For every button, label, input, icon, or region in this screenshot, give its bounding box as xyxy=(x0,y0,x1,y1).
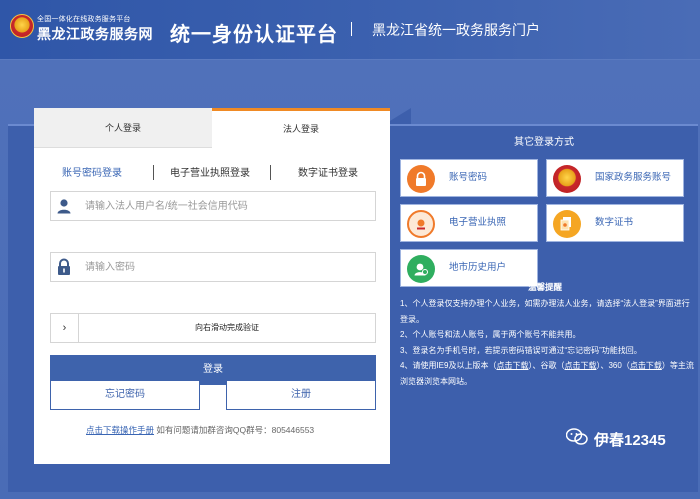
download-360-link[interactable]: 点击下载 xyxy=(630,361,662,370)
forgot-password-button[interactable]: 忘记密码 xyxy=(50,380,200,410)
tip-item: 3、登录名为手机号时，若提示密码错误可通过“忘记密码”功能找回。 xyxy=(400,345,642,355)
subtab-business-license[interactable]: 电子营业执照登录 xyxy=(170,164,250,179)
tab-legal-login[interactable]: 法人登录 xyxy=(212,108,390,148)
slider-hint: 向右滑动完成验证 xyxy=(195,323,259,332)
method-digital-cert[interactable]: 数字证书 xyxy=(546,204,684,242)
username-field xyxy=(50,191,376,221)
tip-item: 4、请使用IE9及以上版本（点击下载）、谷歌（点击下载）、360（点击下载）等主… xyxy=(400,358,694,389)
tip-text: ）、谷歌（ xyxy=(528,361,565,370)
brand-subtitle: 全国一体化在线政务服务平台 xyxy=(37,16,131,23)
subtab-account-password[interactable]: 账号密码登录 xyxy=(62,164,122,179)
site-header: 全国一体化在线政务服务平台 黑龙江政务服务网 统一身份认证平台 黑龙江省统一政务… xyxy=(0,0,700,60)
method-label: 地市历史用户 xyxy=(449,262,507,273)
license-icon xyxy=(407,210,435,238)
lock-icon xyxy=(51,253,77,281)
method-label: 国家政务服务账号 xyxy=(595,172,672,183)
username-input[interactable] xyxy=(85,192,370,220)
download-chrome-link[interactable]: 点击下载 xyxy=(564,361,596,370)
tip-text: 4、请使用IE9及以上版本（ xyxy=(400,361,497,370)
subtab-divider xyxy=(270,165,271,180)
slide-captcha: › 向右滑动完成验证 xyxy=(50,313,376,343)
other-login-title: 其它登录方式 xyxy=(514,137,574,148)
tip-item: 2、个人账号和法人账号，属于两个账号不能共用。 xyxy=(400,330,581,339)
method-national-account[interactable]: 国家政务服务账号 xyxy=(546,159,684,197)
register-button[interactable]: 注册 xyxy=(226,380,376,410)
user-icon xyxy=(51,192,77,220)
tips-list: 1、个人登录仅支持办理个人业务，如需办理法人业务，请选择“法人登录”界面进行登录… xyxy=(400,296,694,389)
watermark-text: 伊春12345 xyxy=(594,431,666,449)
subtab-digital-cert[interactable]: 数字证书登录 xyxy=(298,164,358,179)
tab-personal-login[interactable]: 个人登录 xyxy=(34,108,212,148)
portal-title: 黑龙江省统一政务服务门户 xyxy=(372,22,540,38)
method-label: 电子营业执照 xyxy=(449,217,507,228)
method-account-password[interactable]: 账号密码 xyxy=(400,159,538,197)
method-label: 数字证书 xyxy=(595,217,634,228)
national-emblem-icon xyxy=(553,165,581,193)
tips-title: 温馨提醒 xyxy=(527,282,562,292)
download-manual-link[interactable]: 点击下载操作手册 xyxy=(86,425,154,435)
national-emblem-icon xyxy=(10,14,34,38)
brand-title[interactable]: 黑龙江政务服务网 xyxy=(37,24,153,44)
user-icon xyxy=(407,255,435,283)
login-card: 个人登录 法人登录 账号密码登录 电子营业执照登录 数字证书登录 请输入法人用户… xyxy=(34,108,390,464)
method-label: 账号密码 xyxy=(449,172,488,183)
subtab-divider xyxy=(153,165,154,180)
page-title: 统一身份认证平台 xyxy=(170,24,338,46)
method-business-license[interactable]: 电子营业执照 xyxy=(400,204,538,242)
login-method-subtabs: 账号密码登录 电子营业执照登录 数字证书登录 xyxy=(34,164,390,184)
watermark: 伊春12345 xyxy=(565,428,666,450)
login-type-tabs: 个人登录 法人登录 xyxy=(34,108,390,148)
chevron-right-icon: › xyxy=(62,322,67,334)
title-divider xyxy=(351,22,352,36)
password-field xyxy=(50,252,376,282)
tip-item: 1、个人登录仅支持办理个人业务，如需办理法人业务，请选择“法人登录”界面进行登录… xyxy=(400,299,690,324)
certificate-icon xyxy=(553,210,581,238)
download-ie-link[interactable]: 点击下载 xyxy=(496,361,528,370)
password-input[interactable] xyxy=(85,253,370,281)
qq-group-text: 如有问题请加群咨询QQ群号：805446553 xyxy=(156,425,315,435)
tip-text: ）、360（ xyxy=(596,361,630,370)
slider-handle[interactable]: › xyxy=(51,314,79,342)
help-line: 点击下载操作手册 如有问题请加群咨询QQ群号：805446553 xyxy=(86,424,314,436)
lock-icon xyxy=(407,165,435,193)
wechat-icon xyxy=(565,428,588,450)
